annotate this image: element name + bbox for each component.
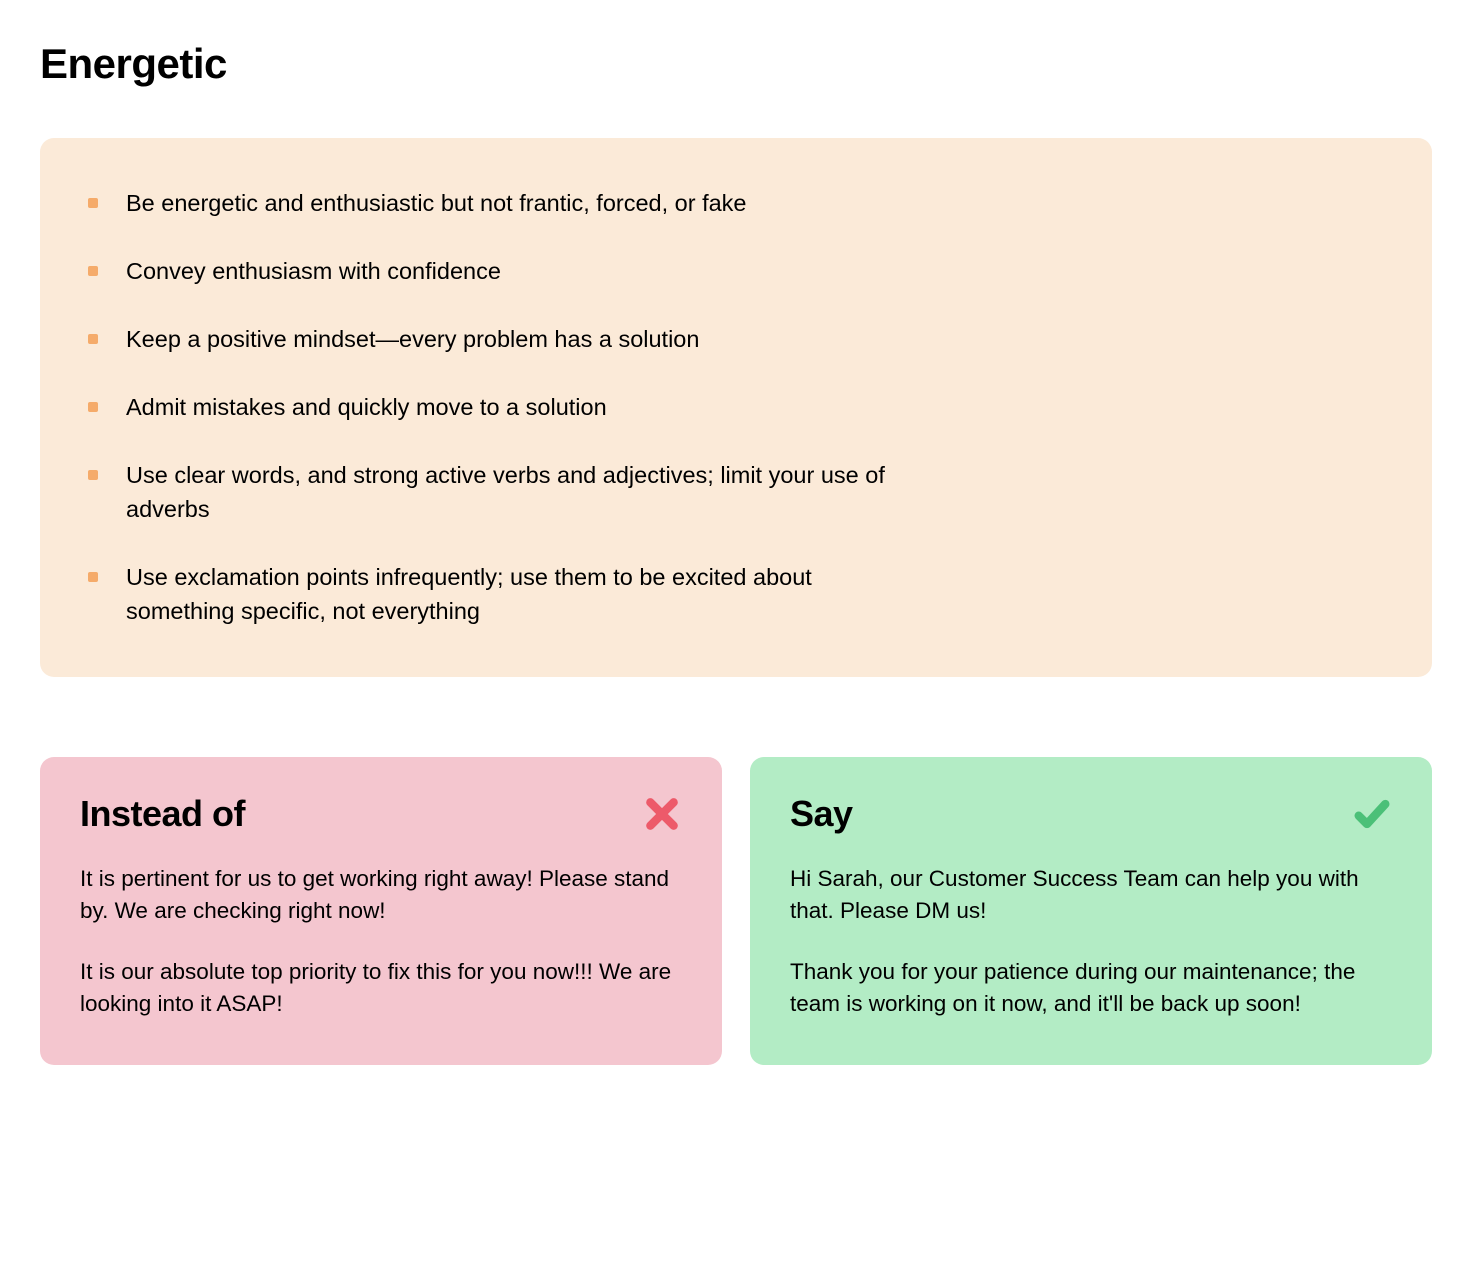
- guideline-item: Convey enthusiasm with confidence: [88, 254, 908, 288]
- x-icon: [642, 794, 682, 834]
- example-paragraph: It is our absolute top priority to fix t…: [80, 956, 682, 1021]
- example-paragraph: It is pertinent for us to get working ri…: [80, 863, 682, 928]
- guideline-item: Keep a positive mindset—every problem ha…: [88, 322, 908, 356]
- guideline-item: Use exclamation points infrequently; use…: [88, 560, 908, 628]
- example-body-bad: It is pertinent for us to get working ri…: [80, 863, 682, 1022]
- guideline-item: Use clear words, and strong active verbs…: [88, 458, 908, 526]
- example-title-bad: Instead of: [80, 793, 245, 835]
- example-body-good: Hi Sarah, our Customer Success Team can …: [790, 863, 1392, 1022]
- example-card-bad: Instead of It is pertinent for us to get…: [40, 757, 722, 1066]
- example-paragraph: Thank you for your patience during our m…: [790, 956, 1392, 1021]
- page-title: Energetic: [40, 40, 1432, 88]
- guidelines-list: Be energetic and enthusiastic but not fr…: [88, 186, 908, 629]
- check-icon: [1352, 794, 1392, 834]
- guideline-item: Admit mistakes and quickly move to a sol…: [88, 390, 908, 424]
- example-header-bad: Instead of: [80, 793, 682, 835]
- example-header-good: Say: [790, 793, 1392, 835]
- example-paragraph: Hi Sarah, our Customer Success Team can …: [790, 863, 1392, 928]
- example-title-good: Say: [790, 793, 853, 835]
- example-card-good: Say Hi Sarah, our Customer Success Team …: [750, 757, 1432, 1066]
- guideline-item: Be energetic and enthusiastic but not fr…: [88, 186, 908, 220]
- guidelines-card: Be energetic and enthusiastic but not fr…: [40, 138, 1432, 677]
- examples-row: Instead of It is pertinent for us to get…: [40, 757, 1432, 1066]
